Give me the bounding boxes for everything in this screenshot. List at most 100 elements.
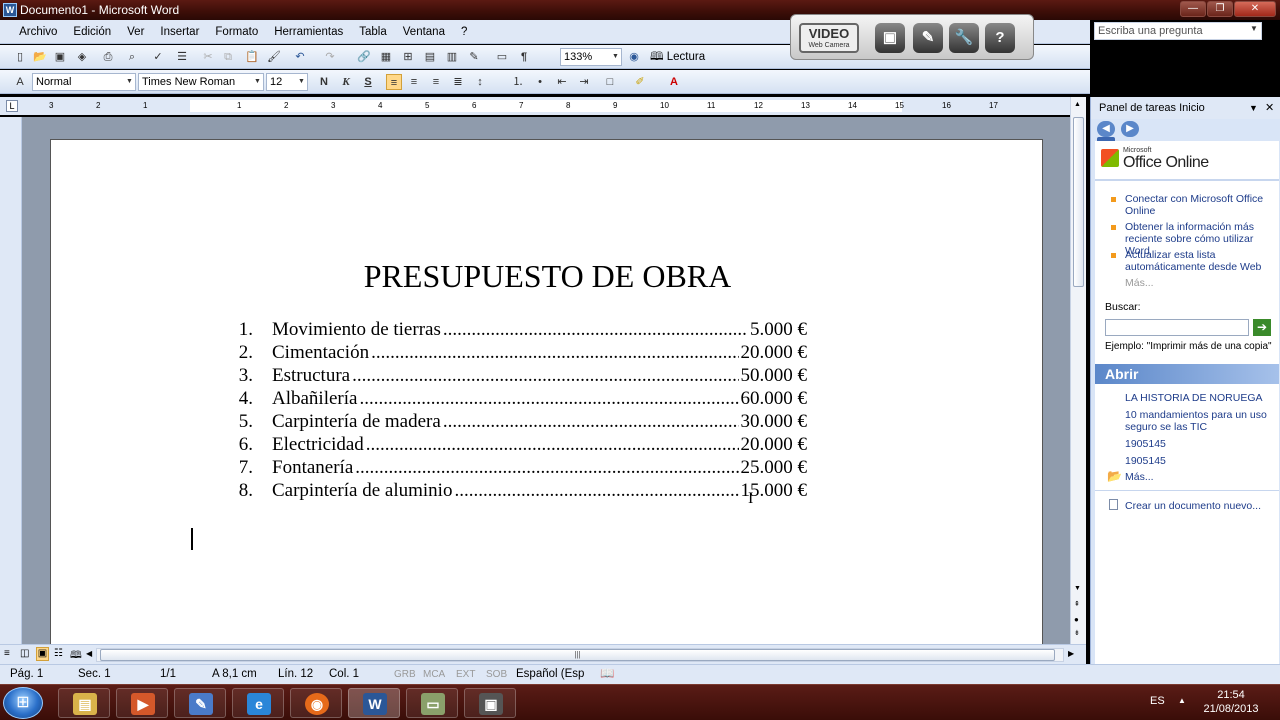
web-view-icon[interactable]: ◫ <box>20 648 29 659</box>
spelling-status-icon[interactable]: 📖 <box>600 665 614 684</box>
scroll-up-icon[interactable]: ▲ <box>1074 101 1081 108</box>
open-folder-icon[interactable]: 📂 <box>32 49 48 65</box>
horizontal-ruler[interactable]: 3 2 1 1 2 3 4 5 6 7 8 9 10 11 12 13 14 15 16 17 <box>22 97 1070 115</box>
menu-edicion[interactable]: Edición <box>65 20 119 44</box>
menu-formato[interactable]: Formato <box>207 20 266 44</box>
recent-doc[interactable]: 1905145 <box>1125 455 1277 467</box>
input-language[interactable]: ES <box>1150 695 1165 707</box>
permission-icon[interactable]: ◈ <box>74 49 90 65</box>
cut-icon[interactable]: ✂ <box>200 49 216 65</box>
forward-icon[interactable]: ▶ <box>1121 121 1139 137</box>
search-go-icon[interactable]: ➔ <box>1253 319 1271 336</box>
insert-table-icon[interactable]: ⊞ <box>400 49 416 65</box>
link-update-list[interactable]: Actualizar esta lista automáticamente de… <box>1125 249 1277 273</box>
bullets-icon[interactable]: • <box>532 74 548 90</box>
tables-borders-icon[interactable]: ▦ <box>378 49 394 65</box>
status-sob[interactable]: SOB <box>486 665 507 684</box>
new-document-link[interactable]: Crear un documento nuevo... <box>1125 500 1277 512</box>
menu-ver[interactable]: Ver <box>119 20 152 44</box>
status-grb[interactable]: GRB <box>394 665 416 684</box>
vertical-scrollbar[interactable]: ▲ ▼ ⇞ ● ⇟ <box>1070 97 1086 644</box>
research-icon[interactable]: ☰ <box>174 49 190 65</box>
task-pane-menu-icon[interactable]: ▼ <box>1249 97 1258 119</box>
webcam-taskbar-button[interactable]: ▣ <box>464 688 516 718</box>
line-spacing-icon[interactable]: ↕ <box>472 74 488 90</box>
recent-doc[interactable]: 1905145 <box>1125 438 1277 450</box>
webcam-help-icon[interactable]: ? <box>985 23 1015 53</box>
zoom-select[interactable]: 133% ▼ <box>560 48 622 66</box>
print-preview-icon[interactable]: ⌕ <box>124 49 140 65</box>
menu-insertar[interactable]: Insertar <box>152 20 207 44</box>
chevron-down-icon[interactable]: ▼ <box>1250 24 1258 33</box>
recent-doc[interactable]: LA HISTORIA DE NORUEGA <box>1125 392 1277 404</box>
start-button-icon[interactable]: ⊞ <box>3 687 43 719</box>
menu-archivo[interactable]: Archivo <box>11 20 65 44</box>
vertical-ruler[interactable] <box>0 117 22 644</box>
webcam-settings-icon[interactable]: 🔧 <box>949 23 979 53</box>
ask-question-input[interactable]: Escriba una pregunta <box>1094 22 1262 40</box>
outline-view-icon[interactable]: ☷ <box>54 648 63 659</box>
print-icon[interactable]: ⎙ <box>100 49 116 65</box>
font-select[interactable]: Times New Roman ▼ <box>138 73 264 91</box>
menu-help[interactable]: ? <box>453 20 475 44</box>
ie-taskbar-button[interactable]: e <box>232 688 284 718</box>
scroll-thumb[interactable] <box>1073 117 1084 287</box>
explorer-taskbar-button[interactable]: ▤ <box>58 688 110 718</box>
print-layout-icon[interactable]: ▣ <box>36 647 49 661</box>
document-page[interactable]: PRESUPUESTO DE OBRA 1. Movimiento de tier… <box>50 139 1043 649</box>
drawing-icon[interactable]: ✎ <box>466 49 482 65</box>
justify-icon[interactable]: ≣ <box>450 74 466 90</box>
next-page-icon[interactable]: ⇟ <box>1074 629 1080 637</box>
align-center-icon[interactable]: ≡ <box>406 74 422 90</box>
recent-doc[interactable]: 10 mandamientos para un uso seguro se la… <box>1125 409 1277 433</box>
word-taskbar-button[interactable]: W <box>348 688 400 718</box>
align-left-icon[interactable]: ≡ <box>386 74 402 90</box>
redo-icon[interactable]: ↷ <box>322 49 338 65</box>
borders-icon[interactable]: □ <box>602 74 618 90</box>
bold-button[interactable]: N <box>316 74 332 90</box>
document-map-icon[interactable]: ▭ <box>494 49 510 65</box>
task-pane-search-input[interactable] <box>1105 319 1249 336</box>
numbering-icon[interactable]: ⒈ <box>510 74 526 90</box>
previous-page-icon[interactable]: ⇞ <box>1074 600 1080 608</box>
excel-sheet-icon[interactable]: ▤ <box>422 49 438 65</box>
increase-indent-icon[interactable]: ⇥ <box>576 74 592 90</box>
menu-herramientas[interactable]: Herramientas <box>266 20 351 44</box>
webcam-edit-icon[interactable]: ✎ <box>913 23 943 53</box>
paste-icon[interactable]: 📋 <box>244 49 260 65</box>
browse-object-icon[interactable]: ● <box>1074 615 1079 624</box>
scroll-left-icon[interactable]: ◀ <box>86 649 92 658</box>
highlight-icon[interactable]: ✐ <box>632 74 648 90</box>
hyperlink-icon[interactable]: 🔗 <box>356 49 372 65</box>
help-icon[interactable]: ◉ <box>626 49 642 65</box>
save-icon[interactable]: ▣ <box>52 49 68 65</box>
close-button[interactable]: ✕ <box>1234 1 1276 17</box>
columns-icon[interactable]: ▥ <box>444 49 460 65</box>
reading-view-icon[interactable]: 🕮 <box>70 648 82 665</box>
font-color-icon[interactable]: A <box>666 74 682 90</box>
decrease-indent-icon[interactable]: ⇤ <box>554 74 570 90</box>
firefox-taskbar-button[interactable]: ◉ <box>290 688 342 718</box>
tab-selector[interactable]: L <box>0 97 22 115</box>
clock[interactable]: 21:54 21/08/2013 <box>1198 688 1264 716</box>
scroll-right-icon[interactable]: ▶ <box>1068 649 1074 658</box>
status-language[interactable]: Español (Esp <box>516 665 584 684</box>
spelling-icon[interactable]: ✓ <box>150 49 166 65</box>
format-painter-icon[interactable]: 🖌 <box>266 49 282 65</box>
more-link[interactable]: Más... <box>1125 277 1277 289</box>
open-more-link[interactable]: Más... <box>1125 471 1277 483</box>
tray-expand-icon[interactable]: ▲ <box>1178 696 1186 705</box>
underline-button[interactable]: S <box>360 74 376 90</box>
minimize-button[interactable]: — <box>1180 1 1206 17</box>
status-mca[interactable]: MCA <box>423 665 445 684</box>
new-document-icon[interactable]: ▯ <box>12 49 28 65</box>
media-taskbar-button[interactable]: ▶ <box>116 688 168 718</box>
notes-taskbar-button[interactable]: ▭ <box>406 688 458 718</box>
show-formatting-icon[interactable]: ¶ <box>516 49 532 65</box>
webcam-view-icon[interactable]: ▣ <box>875 23 905 53</box>
back-icon[interactable]: ◀ <box>1097 121 1115 137</box>
normal-view-icon[interactable]: ≡ <box>4 648 10 659</box>
undo-icon[interactable]: ↶ <box>292 49 308 65</box>
task-pane-close-icon[interactable]: ✕ <box>1265 97 1274 119</box>
italic-button[interactable]: K <box>338 74 354 90</box>
